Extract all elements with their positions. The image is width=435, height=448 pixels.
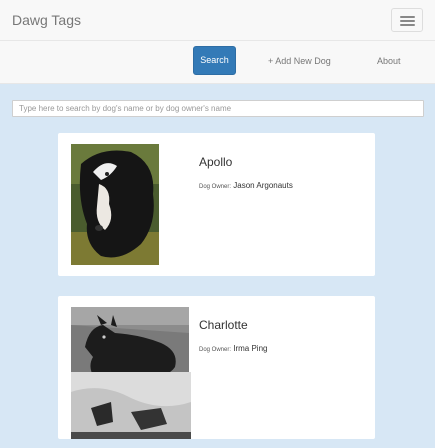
dog-owner-name: Jason Argonauts	[233, 181, 293, 190]
sub-navbar: Search + Add New Dog About	[0, 41, 435, 84]
search-input[interactable]	[12, 100, 424, 117]
add-new-dog-link[interactable]: + Add New Dog	[268, 56, 331, 66]
menu-toggle-button[interactable]	[391, 8, 423, 32]
dog-name[interactable]: Charlotte	[199, 318, 248, 332]
top-navbar: Dawg Tags	[0, 0, 435, 41]
dog-owner: Dog Owner: Irma Ping	[199, 344, 267, 353]
app-title[interactable]: Dawg Tags	[12, 12, 81, 28]
dog-owner-label: Dog Owner:	[199, 184, 232, 190]
dog-owner-name: Irma Ping	[233, 344, 268, 353]
dog-photo[interactable]	[71, 144, 159, 265]
dog-photo-lower	[71, 372, 191, 439]
dog-name[interactable]: Apollo	[199, 155, 232, 169]
search-button[interactable]: Search	[193, 46, 236, 75]
dog-owner-label: Dog Owner:	[199, 347, 232, 353]
about-link[interactable]: About	[377, 56, 401, 66]
dog-card[interactable]: Charlotte Dog Owner: Irma Ping	[58, 296, 375, 439]
dog-owner: Dog Owner: Jason Argonauts	[199, 181, 293, 190]
dog-card[interactable]: Apollo Dog Owner: Jason Argonauts	[58, 133, 375, 276]
